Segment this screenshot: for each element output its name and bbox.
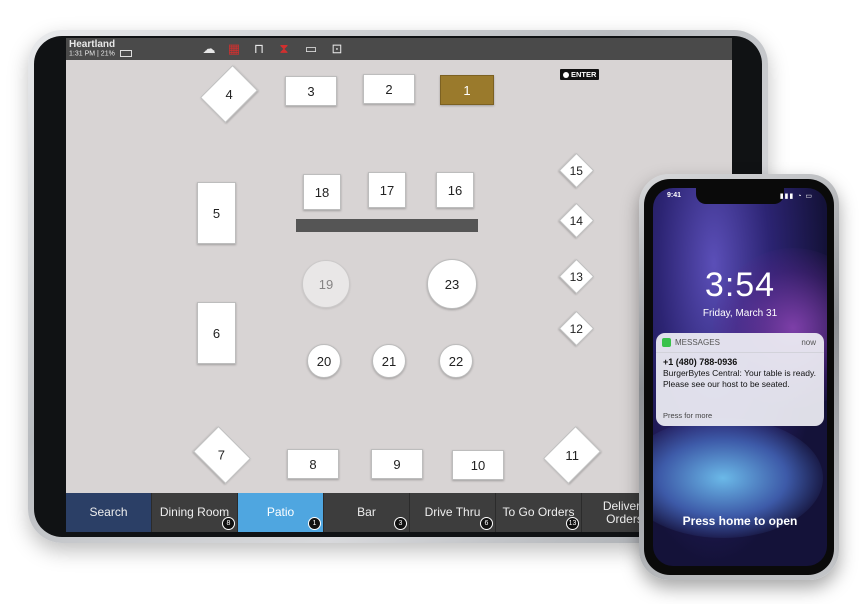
count-badge: 1 — [308, 517, 321, 530]
battery-level: 21% — [100, 50, 115, 58]
enter-button[interactable]: ENTER — [560, 69, 600, 80]
table-14[interactable]: 14 — [558, 202, 595, 239]
tab-label: To Go Orders — [502, 505, 575, 519]
clock-icon[interactable]: ⧗ — [276, 41, 292, 57]
message-notification[interactable]: MESSAGES now +1 (480) 788-0936 BurgerByt… — [656, 333, 824, 426]
notification-time: now — [801, 338, 816, 347]
lock-clock: 3:54 — [704, 266, 776, 304]
messages-icon — [662, 338, 671, 347]
status-time: 1:31 PM — [69, 50, 96, 58]
tab-drive-thru[interactable]: Drive Thru 6 — [410, 493, 496, 532]
tab-label: Patio — [266, 505, 295, 519]
count-badge: 3 — [394, 517, 407, 530]
cloud-upload-icon[interactable]: ☁ — [201, 41, 217, 57]
table-19[interactable]: 19 — [302, 260, 350, 308]
table-10[interactable]: 10 — [452, 450, 504, 480]
tab-bar[interactable]: Bar 3 — [324, 493, 410, 532]
notification-body: BurgerBytes Central: Your table is ready… — [663, 368, 816, 389]
enter-label: ENTER — [571, 70, 597, 79]
count-badge: 8 — [222, 517, 235, 530]
table-12[interactable]: 12 — [558, 310, 595, 347]
section-tab-bar: Search Dining Room 8 Patio 1 Bar 3 Drive Th… — [66, 493, 732, 532]
count-badge: 6 — [480, 517, 493, 530]
tab-patio[interactable]: Patio 1 — [238, 493, 324, 532]
table-9[interactable]: 9 — [371, 449, 423, 479]
notification-sender: +1 (480) 788-0936 — [663, 357, 738, 367]
phone-status-time: 9:41 — [667, 192, 682, 199]
table-7[interactable]: 7 — [193, 426, 251, 484]
table-13[interactable]: 13 — [558, 258, 595, 295]
tab-to-go-orders[interactable]: To Go Orders 13 — [496, 493, 582, 532]
press-home-hint: Press home to open — [682, 514, 798, 528]
enter-icon — [563, 72, 569, 78]
table-22[interactable]: 22 — [439, 344, 473, 378]
notification-more: Press for more — [663, 411, 713, 420]
bar-counter — [296, 219, 478, 232]
phone-lock-screen: 9:41 ▮▮▮ ◔ ▭ 3:54 Friday, March 31 MESSA… — [653, 188, 827, 566]
phone-notch — [696, 188, 784, 204]
count-badge: 13 — [566, 517, 579, 530]
signal-wifi-battery-icon: ▮▮▮ ◔ ▭ — [779, 193, 813, 200]
tab-label: Drive Thru — [424, 505, 481, 519]
table-11[interactable]: 11 — [543, 426, 601, 484]
tab-label: Dining Room — [159, 505, 230, 519]
table-15[interactable]: 15 — [558, 152, 595, 189]
calendar-icon[interactable]: ▦ — [226, 41, 242, 57]
battery-icon — [119, 50, 132, 57]
table-21[interactable]: 21 — [372, 344, 406, 378]
presentation-icon[interactable]: ⊡ — [329, 41, 345, 57]
table-4[interactable]: 4 — [200, 65, 258, 123]
floor-plan-screen: Heartland 1:31 PM | 21% ☁ ▦ ⊓ ⧗ ▭ ⊡ ENTE… — [66, 38, 732, 532]
table-20[interactable]: 20 — [307, 344, 341, 378]
notification-app: MESSAGES — [675, 338, 720, 347]
table-8[interactable]: 8 — [287, 449, 339, 479]
table-6[interactable]: 6 — [197, 302, 236, 364]
table-23[interactable]: 23 — [427, 259, 477, 309]
tab-dining-room[interactable]: Dining Room 8 — [152, 493, 238, 532]
status-bar: Heartland 1:31 PM | 21% ☁ ▦ ⊓ ⧗ ▭ ⊡ — [66, 38, 732, 60]
table-18[interactable]: 18 — [303, 174, 341, 210]
table-2[interactable]: 2 — [363, 74, 415, 104]
tab-label: Bar — [357, 505, 376, 519]
chat-icon[interactable]: ▭ — [303, 41, 319, 57]
table-3[interactable]: 3 — [285, 76, 337, 106]
table-17[interactable]: 17 — [368, 172, 406, 208]
search-tab-label: Search — [89, 505, 128, 519]
table-16[interactable]: 16 — [436, 172, 474, 208]
table-5[interactable]: 5 — [197, 182, 236, 244]
bag-icon[interactable]: ⊓ — [251, 41, 267, 57]
lock-date: Friday, March 31 — [702, 308, 778, 319]
notification-header: MESSAGES now — [656, 333, 824, 353]
brand-name: Heartland — [69, 39, 116, 50]
table-1[interactable]: 1 — [440, 75, 494, 105]
search-tab[interactable]: Search — [66, 493, 152, 532]
status-info: 1:31 PM | 21% — [69, 50, 132, 57]
